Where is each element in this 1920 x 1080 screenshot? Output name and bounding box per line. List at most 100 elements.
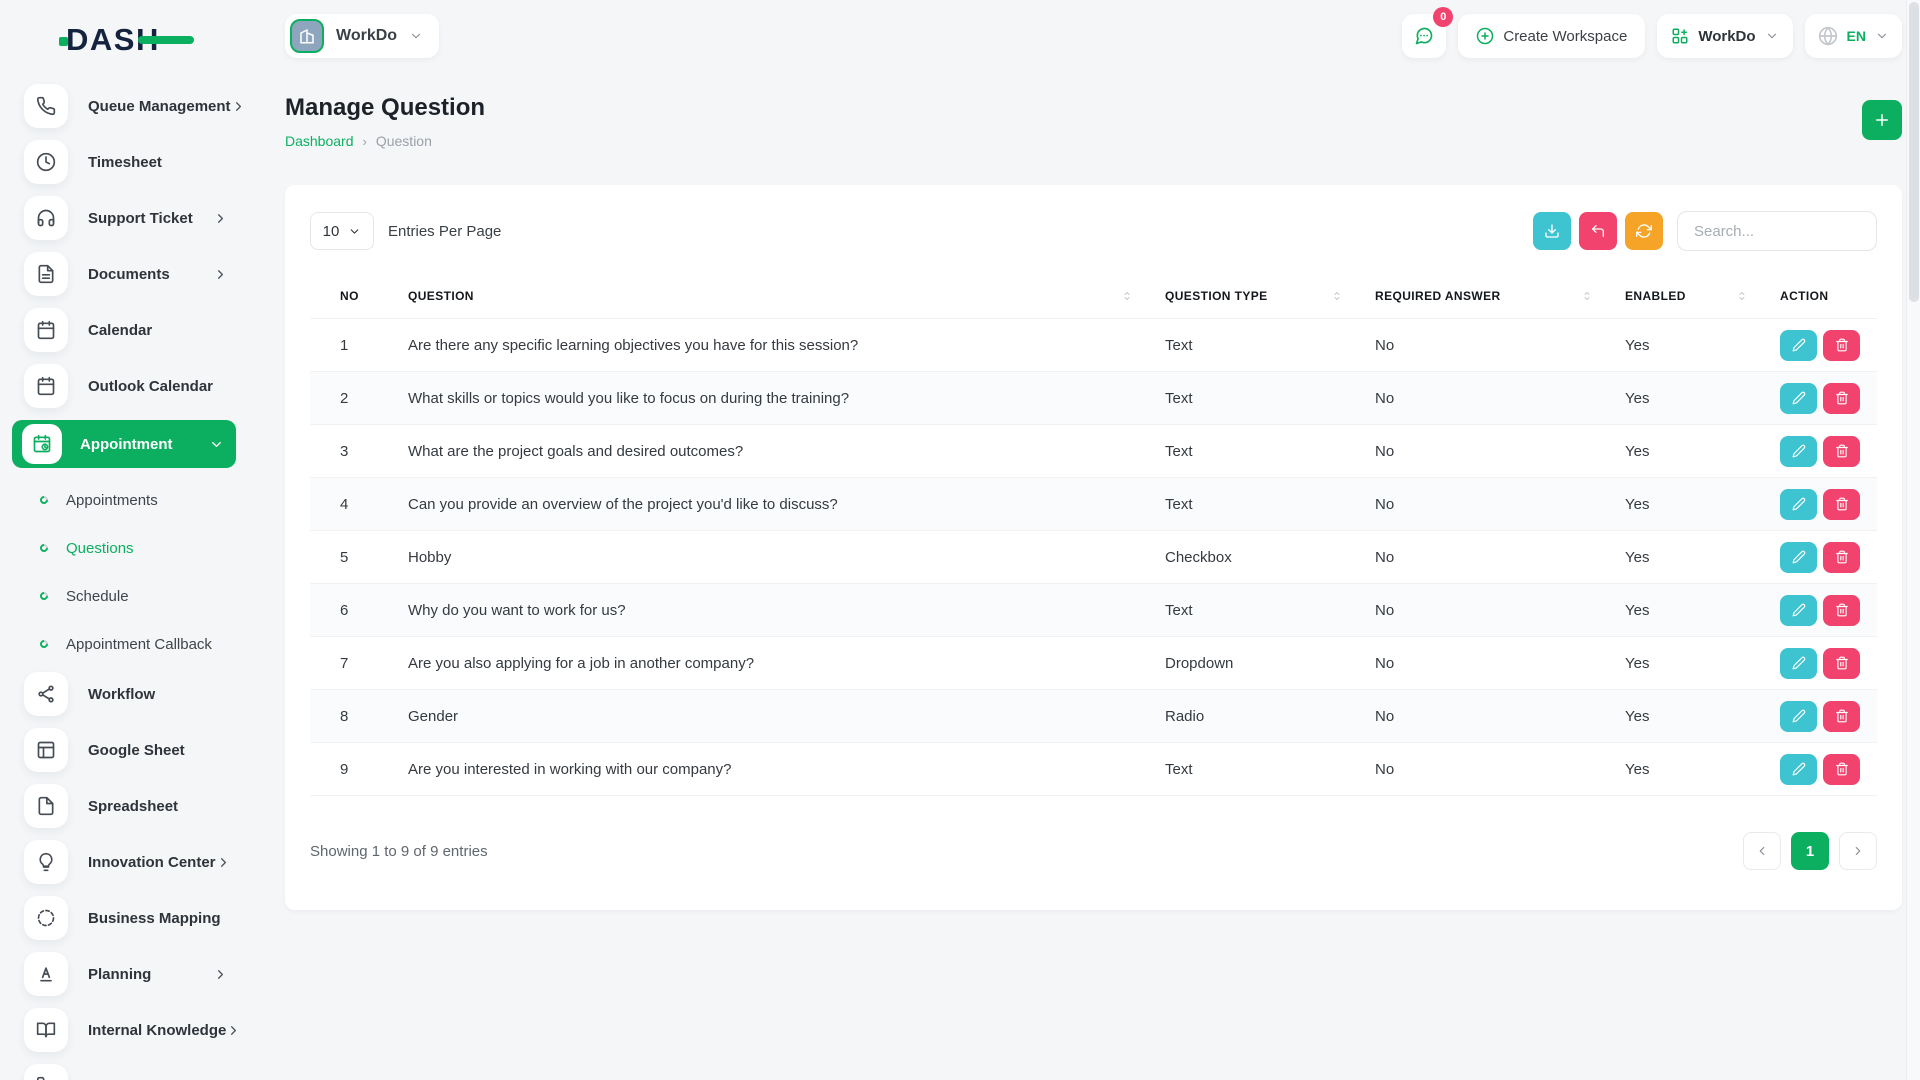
cell-enabled: Yes — [1617, 743, 1772, 796]
chevron-right-icon — [213, 211, 228, 226]
sidebar-item-label: Calendar — [88, 322, 228, 339]
appointment-icon — [22, 424, 62, 464]
table-controls: 10 Entries Per Page — [310, 211, 1877, 251]
edit-button[interactable] — [1780, 595, 1817, 626]
language-selector[interactable]: EN — [1805, 14, 1902, 58]
column-header-enabled[interactable]: ENABLED — [1617, 281, 1772, 319]
messages-button[interactable]: 0 — [1402, 14, 1446, 58]
create-workspace-button[interactable]: Create Workspace — [1458, 14, 1645, 58]
cell-question-type: Dropdown — [1157, 637, 1367, 690]
entries-per-page-select[interactable]: 10 — [310, 212, 374, 250]
cell-required-answer: No — [1367, 637, 1617, 690]
sidebar-item-label: Documents — [88, 266, 213, 283]
scrollbar-thumb[interactable] — [1909, 2, 1919, 302]
sidebar-item-queue-management[interactable]: Queue Management — [10, 84, 236, 128]
sidebar-item-appointment[interactable]: Appointment — [12, 420, 236, 468]
sidebar-item-label: Innovation Center — [88, 854, 216, 871]
sidebar-item-spreadsheet[interactable]: Spreadsheet — [10, 784, 236, 828]
sidebar-item-innovation-center[interactable]: Innovation Center — [10, 840, 236, 884]
previous-page-button[interactable] — [1743, 832, 1781, 870]
sidebar-item-internal-knowledge[interactable]: Internal Knowledge — [10, 1008, 236, 1052]
workspace-pill[interactable]: WorkDo — [285, 14, 439, 58]
table-row: 2What skills or topics would you like to… — [310, 372, 1877, 425]
cell-required-answer: No — [1367, 743, 1617, 796]
sort-icon — [1331, 290, 1359, 302]
delete-button[interactable] — [1823, 648, 1860, 679]
headphones-icon — [24, 196, 68, 240]
cell-no: 6 — [310, 584, 400, 637]
next-page-button[interactable] — [1839, 832, 1877, 870]
sidebar-item-business-mapping[interactable]: Business Mapping — [10, 896, 236, 940]
sidebar-item-calendar[interactable]: Calendar — [10, 308, 236, 352]
topbar-right: 0 Create Workspace WorkDo EN — [1402, 14, 1902, 58]
cell-question: Gender — [400, 690, 1157, 743]
sidebar-submenu: Appointments Questions Schedule Appointment… — [0, 480, 250, 664]
sidebar-subitem-questions[interactable]: Questions — [0, 528, 250, 568]
cell-no: 9 — [310, 743, 400, 796]
cell-action — [1772, 690, 1877, 743]
entries-per-page-label: Entries Per Page — [388, 223, 501, 240]
app-logo[interactable]: DASH — [0, 12, 250, 68]
questions-card: 10 Entries Per Page NOQUESTIONQUESTION T… — [285, 185, 1902, 910]
main-content: WorkDo 0 Create Workspace WorkDo — [250, 0, 1920, 1080]
sidebar-subitem-label: Appointment Callback — [66, 636, 212, 653]
export-button[interactable] — [1533, 212, 1571, 250]
breadcrumb: Dashboard › Question — [285, 133, 485, 149]
sidebar-item-workflow[interactable]: Workflow — [10, 672, 236, 716]
column-header-question[interactable]: QUESTION — [400, 281, 1157, 319]
sidebar-item-outlook-calendar[interactable]: Outlook Calendar — [10, 364, 236, 408]
search-input[interactable] — [1677, 211, 1877, 251]
chevron-down-icon — [209, 437, 224, 452]
download-icon — [1544, 223, 1560, 239]
sidebar-subitem-label: Schedule — [66, 588, 129, 605]
delete-button[interactable] — [1823, 489, 1860, 520]
bullet-icon — [38, 590, 49, 601]
sidebar-subitem-appointments[interactable]: Appointments — [0, 480, 250, 520]
edit-button[interactable] — [1780, 330, 1817, 361]
delete-button[interactable] — [1823, 542, 1860, 573]
edit-button[interactable] — [1780, 542, 1817, 573]
delete-button[interactable] — [1823, 330, 1860, 361]
sidebar-item-planning[interactable]: Planning — [10, 952, 236, 996]
cell-required-answer: No — [1367, 372, 1617, 425]
workspace-switcher[interactable]: WorkDo — [1657, 14, 1792, 58]
cell-enabled: Yes — [1617, 319, 1772, 372]
column-header-question-type[interactable]: QUESTION TYPE — [1157, 281, 1367, 319]
sidebar-item-documents[interactable]: Documents — [10, 252, 236, 296]
cell-no: 5 — [310, 531, 400, 584]
column-header-required-answer[interactable]: REQUIRED ANSWER — [1367, 281, 1617, 319]
add-question-button[interactable] — [1862, 100, 1902, 140]
bulb-icon — [24, 840, 68, 884]
sidebar-item-support-ticket[interactable]: Support Ticket — [10, 196, 236, 240]
building-icon — [290, 19, 324, 53]
edit-button[interactable] — [1780, 489, 1817, 520]
delete-button[interactable] — [1823, 754, 1860, 785]
edit-button[interactable] — [1780, 648, 1817, 679]
delete-button[interactable] — [1823, 701, 1860, 732]
sidebar-item-google-sheet[interactable]: Google Sheet — [10, 728, 236, 772]
sidebar-item-timesheet[interactable]: Timesheet — [10, 140, 236, 184]
chevron-right-icon — [1851, 844, 1865, 858]
sidebar-item-callhub[interactable]: CallHub — [10, 1064, 236, 1080]
sidebar-item-label: Business Mapping — [88, 910, 228, 927]
scrollbar[interactable] — [1906, 0, 1920, 1080]
table-row: 3What are the project goals and desired … — [310, 425, 1877, 478]
sidebar-subitem-schedule[interactable]: Schedule — [0, 576, 250, 616]
delete-button[interactable] — [1823, 383, 1860, 414]
edit-button[interactable] — [1780, 383, 1817, 414]
edit-button[interactable] — [1780, 754, 1817, 785]
phone-icon — [24, 84, 68, 128]
sidebar-nav: Queue Management Timesheet Support Ticket D… — [0, 84, 250, 1080]
table-row: 6Why do you want to work for us?TextNoYe… — [310, 584, 1877, 637]
sidebar-subitem-appointment-callback[interactable]: Appointment Callback — [0, 624, 250, 664]
page-1-button[interactable]: 1 — [1791, 832, 1829, 870]
refresh-button[interactable] — [1625, 212, 1663, 250]
delete-button[interactable] — [1823, 436, 1860, 467]
delete-button[interactable] — [1823, 595, 1860, 626]
edit-button[interactable] — [1780, 701, 1817, 732]
breadcrumb-dashboard-link[interactable]: Dashboard — [285, 133, 354, 149]
cell-question-type: Text — [1157, 743, 1367, 796]
edit-button[interactable] — [1780, 436, 1817, 467]
cell-enabled: Yes — [1617, 690, 1772, 743]
undo-button[interactable] — [1579, 212, 1617, 250]
